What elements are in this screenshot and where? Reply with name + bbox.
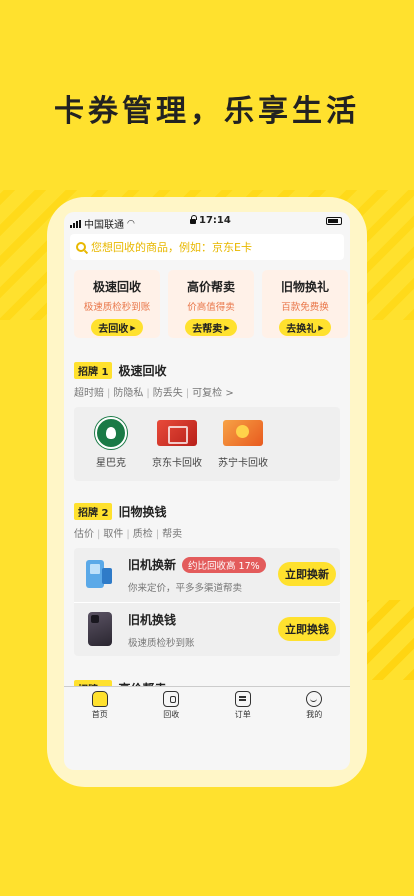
brand-starbucks[interactable]: 星巴克 bbox=[80, 417, 142, 481]
suning-card-icon bbox=[223, 420, 263, 446]
service-card-high-price[interactable]: 高价帮卖 价高值得卖 去帮卖 ▶ bbox=[168, 270, 254, 338]
brand-suning-card[interactable]: 苏宁卡回收 bbox=[212, 417, 274, 481]
sell-phone-button[interactable]: 立即换钱 bbox=[278, 617, 336, 641]
service-subtitle: 极速质检秒到账 bbox=[83, 302, 151, 313]
starbucks-logo-icon bbox=[95, 417, 127, 449]
search-icon bbox=[76, 242, 86, 252]
status-bar: 中国联通 ◠ 17:14 bbox=[64, 212, 350, 232]
sell-phone-row[interactable]: 旧机换钱 极速质检秒到账 立即换钱 bbox=[74, 602, 340, 656]
tab-recycle[interactable]: 回收 bbox=[136, 687, 208, 726]
service-cards: 极速回收 极速质检秒到账 去回收 ▶ 高价帮卖 价高值得卖 去帮卖 ▶ 旧物换礼 百… bbox=[64, 260, 350, 338]
service-card-fast-recycle[interactable]: 极速回收 极速质检秒到账 去回收 ▶ bbox=[74, 270, 160, 338]
section-tag: 招牌 1 bbox=[74, 362, 113, 379]
search-bar[interactable]: 您想回收的商品，例如：京东E卡 bbox=[70, 234, 344, 260]
tab-home[interactable]: 首页 bbox=[64, 687, 136, 726]
chevron-right-icon: > bbox=[225, 388, 234, 399]
jd-card-icon bbox=[157, 420, 197, 446]
phone-screen: 中国联通 ◠ 17:14 您想回收的商品，例如：京东E卡 极速回收 极速质检秒到… bbox=[64, 212, 350, 770]
recycle-icon bbox=[163, 691, 180, 707]
status-time: 17:14 bbox=[199, 215, 231, 226]
arrow-right-icon: ▶ bbox=[224, 323, 230, 332]
section-title: 极速回收 bbox=[118, 364, 167, 378]
go-exchange-button[interactable]: 去换礼 ▶ bbox=[279, 319, 331, 336]
search-placeholder: 您想回收的商品，例如：京东E卡 bbox=[91, 241, 252, 254]
tab-orders[interactable]: 订单 bbox=[207, 687, 279, 726]
section2-header: 招牌 2 旧物换钱 bbox=[64, 503, 350, 520]
order-icon bbox=[234, 691, 251, 707]
section-tag: 招牌 2 bbox=[74, 503, 113, 520]
lock-icon bbox=[190, 215, 197, 224]
row-title: 旧机换新 bbox=[128, 558, 177, 572]
brand-list: 星巴克 京东卡回收 苏宁卡回收 bbox=[74, 407, 340, 481]
profile-icon bbox=[306, 691, 323, 707]
row-title: 旧机换钱 bbox=[128, 613, 177, 627]
service-subtitle: 价高值得卖 bbox=[187, 302, 235, 313]
signal-icon bbox=[70, 219, 81, 228]
home-icon bbox=[91, 691, 108, 707]
service-title: 高价帮卖 bbox=[186, 280, 235, 294]
section2-features: 估价 | 取件 | 质检 | 帮卖 bbox=[74, 529, 183, 540]
trade-in-machine-icon bbox=[84, 558, 114, 588]
section-title: 旧物换钱 bbox=[118, 505, 167, 519]
tab-bar: 首页 回收 订单 我的 bbox=[64, 686, 350, 726]
row-desc: 你来定价，平多多渠道帮卖 bbox=[128, 583, 243, 594]
service-title: 极速回收 bbox=[92, 280, 141, 294]
arrow-right-icon: ▶ bbox=[130, 323, 136, 332]
section1-header: 招牌 1 极速回收 bbox=[64, 362, 350, 379]
trade-in-row[interactable]: 旧机换新 约比回收高 17% 你来定价，平多多渠道帮卖 立即换新 bbox=[74, 548, 340, 602]
go-sell-button[interactable]: 去帮卖 ▶ bbox=[185, 319, 237, 336]
carrier-label: 中国联通 bbox=[84, 220, 124, 231]
price-badge: 约比回收高 17% bbox=[182, 556, 266, 573]
service-card-exchange-gift[interactable]: 旧物换礼 百款免费换 去换礼 ▶ bbox=[262, 270, 348, 338]
go-recycle-button[interactable]: 去回收 ▶ bbox=[91, 319, 143, 336]
service-subtitle: 百款免费换 bbox=[281, 302, 329, 313]
brand-jd-card[interactable]: 京东卡回收 bbox=[146, 417, 208, 481]
headline: 卡券管理，乐享生活 bbox=[54, 94, 360, 129]
service-title: 旧物换礼 bbox=[280, 280, 329, 294]
arrow-right-icon: ▶ bbox=[318, 323, 324, 332]
section1-features[interactable]: 超时赔 | 防隐私 | 防丢失 | 可复检 > bbox=[64, 384, 350, 399]
row-desc: 极速质检秒到账 bbox=[128, 638, 195, 649]
wifi-icon: ◠ bbox=[127, 218, 135, 229]
phone-icon bbox=[88, 612, 112, 646]
battery-icon bbox=[326, 217, 342, 225]
trade-in-button[interactable]: 立即换新 bbox=[278, 562, 336, 586]
tab-profile[interactable]: 我的 bbox=[279, 687, 351, 726]
